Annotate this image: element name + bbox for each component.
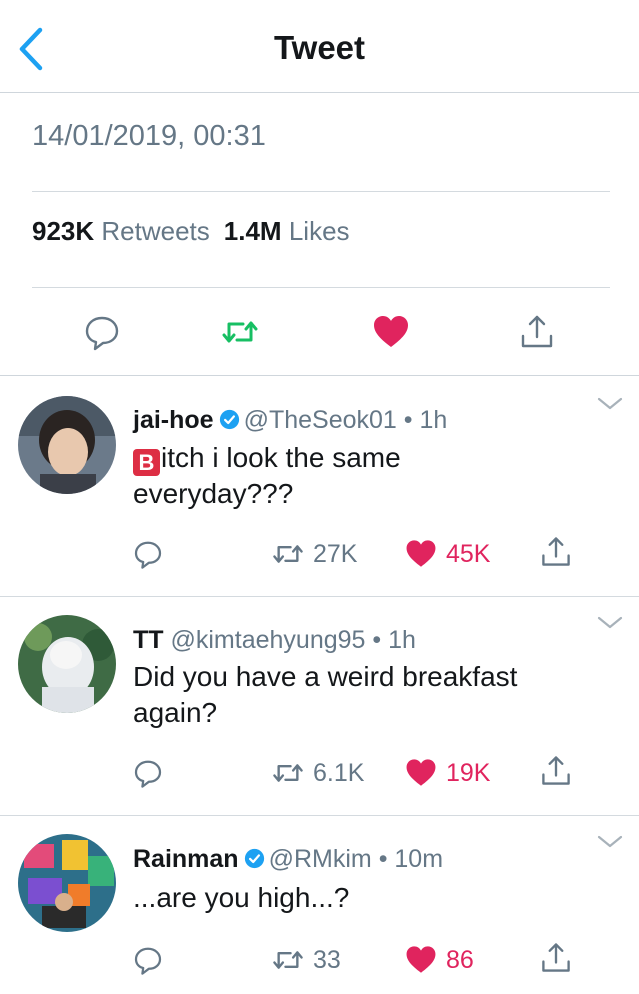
retweet-button[interactable] <box>220 312 260 352</box>
retweet-icon <box>273 764 303 782</box>
like-button[interactable] <box>371 312 411 352</box>
likes-count: 1.4M <box>223 216 282 246</box>
retweet-icon <box>273 951 303 969</box>
reply-button[interactable] <box>132 536 164 572</box>
reply-button[interactable] <box>82 312 122 352</box>
tweet-timestamp: 14/01/2019, 00:31 <box>32 120 266 152</box>
reply-text: Did you have a weird breakfast again? <box>133 659 603 731</box>
like-button[interactable]: 45K <box>404 536 490 572</box>
reply-text: Bitch i look the same everyday??? <box>133 440 603 512</box>
reply-tweet[interactable]: Rainman @RMkim • 10m ...are you high...? … <box>0 816 639 994</box>
retweets-count: 923K <box>32 216 95 246</box>
retweets-label: Retweets <box>101 216 210 246</box>
retweets-stat[interactable]: 923K Retweets <box>32 216 210 246</box>
chevron-down-icon[interactable] <box>597 834 623 850</box>
b-button-emoji: B <box>133 449 160 476</box>
like-button[interactable]: 86 <box>404 942 474 978</box>
display-name[interactable]: jai-hoe <box>133 406 214 434</box>
dot-separator: • <box>372 626 382 654</box>
display-name[interactable]: TT <box>133 626 164 654</box>
avatar[interactable] <box>18 834 116 932</box>
avatar[interactable] <box>18 615 116 713</box>
reply-text-line: ...are you high...? <box>133 882 350 913</box>
tweet-stats: 923K Retweets 1.4M Likes <box>32 216 350 247</box>
share-button[interactable] <box>538 534 574 570</box>
reply-time: 10m <box>394 845 444 873</box>
share-icon <box>542 537 570 566</box>
verified-badge-icon <box>219 409 239 430</box>
heart-icon <box>406 759 436 786</box>
user-handle[interactable]: @kimtaehyung95 <box>171 626 366 654</box>
display-name[interactable]: Rainman <box>133 845 239 873</box>
share-button[interactable] <box>517 312 557 352</box>
heart-icon <box>406 946 436 973</box>
reply-text-line: everyday??? <box>133 478 294 509</box>
share-button[interactable] <box>538 940 574 976</box>
likes-label: Likes <box>288 216 350 246</box>
reply-text: ...are you high...? <box>133 880 603 916</box>
user-handle[interactable]: @RMkim <box>269 845 372 873</box>
reply-tweet[interactable]: jai-hoe @TheSeok01 • 1h Bitch i look the … <box>0 376 639 596</box>
retweet-button[interactable]: 27K <box>271 536 357 572</box>
divider <box>32 191 610 192</box>
user-handle[interactable]: @TheSeok01 <box>244 406 397 434</box>
dot-separator: • <box>378 845 388 873</box>
reply-header: Rainman @RMkim • 10m <box>133 845 443 874</box>
likes-stat[interactable]: 1.4M Likes <box>224 216 350 246</box>
verified-badge-icon <box>244 848 264 869</box>
avatar-image <box>18 615 116 713</box>
reply-time: 1h <box>419 406 448 434</box>
dot-separator: • <box>403 406 413 434</box>
reply-header: jai-hoe @TheSeok01 • 1h <box>133 406 447 435</box>
reply-icon <box>134 541 162 569</box>
reply-button[interactable] <box>132 755 164 791</box>
reply-time: 1h <box>388 626 416 654</box>
reply-tweet[interactable]: TT @kimtaehyung95 • 1h Did you have a we… <box>0 597 639 815</box>
retweet-count: 27K <box>313 539 358 568</box>
share-icon <box>542 943 570 972</box>
like-count: 45K <box>446 539 491 568</box>
heart-icon <box>374 316 408 347</box>
like-count: 86 <box>446 945 474 974</box>
share-icon <box>521 315 553 348</box>
reply-text-line: again? <box>133 697 218 728</box>
retweet-icon <box>273 545 303 563</box>
page-title: Tweet <box>273 29 366 66</box>
reply-text-line: itch i look the same <box>161 442 401 473</box>
share-icon <box>542 756 570 785</box>
retweet-count: 33 <box>313 945 341 974</box>
reply-icon <box>134 760 162 788</box>
tweet-action-bar <box>0 288 639 376</box>
like-count: 19K <box>446 758 491 787</box>
reply-button[interactable] <box>132 942 164 978</box>
retweet-button[interactable]: 33 <box>271 942 341 978</box>
like-button[interactable]: 19K <box>404 755 490 791</box>
heart-icon <box>406 540 436 567</box>
chevron-down-icon[interactable] <box>597 396 623 412</box>
retweet-button[interactable]: 6.1K <box>271 755 364 791</box>
avatar-image <box>18 396 116 494</box>
avatar[interactable] <box>18 396 116 494</box>
retweet-count: 6.1K <box>313 758 365 787</box>
top-nav-bar: Tweet <box>0 0 639 93</box>
reply-header: TT @kimtaehyung95 • 1h <box>133 626 416 655</box>
reply-icon <box>134 947 162 975</box>
retweet-icon <box>222 321 258 343</box>
reply-icon <box>85 316 119 351</box>
avatar-image <box>18 834 116 932</box>
chevron-down-icon[interactable] <box>597 615 623 631</box>
share-button[interactable] <box>538 753 574 789</box>
reply-text-line: Did you have a weird breakfast <box>133 661 518 692</box>
